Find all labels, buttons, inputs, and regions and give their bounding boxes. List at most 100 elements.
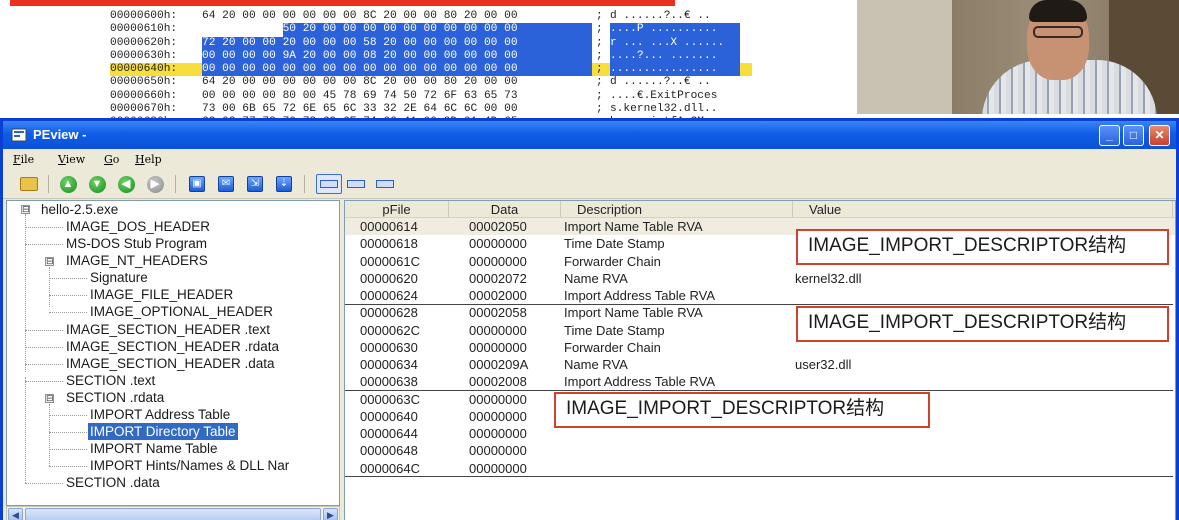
tree-item-section-header-data[interactable]: IMAGE_SECTION_HEADER .data (66, 355, 275, 372)
tree-item-file-header[interactable]: IMAGE_FILE_HEADER (90, 286, 233, 303)
menu-file[interactable]: File (13, 153, 34, 166)
tree-item-section-text[interactable]: SECTION .text (66, 372, 155, 389)
cell-description: Time Date Stamp (564, 322, 665, 338)
hex-bytes: 00 00 00 00 80 00 45 78 69 74 50 72 6F 6… (202, 89, 518, 102)
view-dword-icon[interactable] (375, 174, 395, 194)
hex-row: 00000620h: 72 20 00 00 20 00 00 00 58 20 … (110, 36, 752, 50)
tree-view[interactable]: ⊟ hello-2.5.exe IMAGE_DOS_HEADER MS-DOS … (6, 200, 340, 506)
cell-pfile: 0000064C (360, 460, 420, 476)
cell-value: user32.dll (795, 357, 852, 372)
menu-view[interactable]: View (58, 153, 85, 166)
table-header: pFile Data Description Value (345, 201, 1175, 218)
table-row[interactable]: 0000064C 00000000 (345, 460, 1175, 477)
open-folder-icon[interactable] (19, 174, 39, 194)
cell-data: 00000000 (469, 460, 527, 476)
hex-bytes: 00 00 00 00 9A 20 00 00 08 20 00 00 00 0… (202, 49, 518, 62)
hex-offset: 00000640h: (110, 63, 178, 76)
cell-pfile: 00000618 (360, 236, 418, 252)
tree-item-nt-headers[interactable]: IMAGE_NT_HEADERS (66, 252, 208, 269)
peview-app-icon (11, 128, 27, 142)
tree-item-import-address-table[interactable]: IMPORT Address Table (90, 406, 230, 423)
view-word-icon[interactable] (346, 174, 366, 194)
hex-ascii: d ......?..€ .. (610, 76, 711, 89)
mail-icon[interactable]: ✉ (216, 174, 236, 194)
cell-data: 00002000 (469, 288, 527, 303)
annotation-box: IMAGE_IMPORT_DESCRIPTOR结构 (796, 229, 1169, 265)
go-up-icon[interactable]: ▲ (58, 174, 78, 194)
tree-item-signature[interactable]: Signature (90, 269, 148, 286)
column-pfile[interactable]: pFile (345, 201, 449, 218)
group-separator (345, 303, 1173, 305)
import-icon[interactable]: ⇲ (245, 174, 265, 194)
root-collapse-toggle[interactable]: ⊟ (21, 205, 30, 214)
cell-pfile: 00000648 (360, 443, 418, 459)
tree-horizontal-scrollbar[interactable]: ◀ ▶ (6, 506, 340, 520)
tree-root-file[interactable]: hello-2.5.exe (41, 201, 118, 218)
tree-item-section-rdata[interactable]: SECTION .rdata (66, 389, 164, 406)
hex-ascii: ....P .......... (610, 23, 718, 36)
table-row[interactable]: 00000638 00002008 Import Address Table RVA (345, 373, 1175, 390)
cell-pfile: 00000638 (360, 374, 418, 390)
hex-bytes: 64 20 00 00 00 00 00 00 8C 20 00 00 80 2… (202, 10, 518, 22)
cell-data: 00000000 (469, 322, 527, 338)
go-back-icon[interactable]: ◀ (116, 174, 136, 194)
scroll-thumb[interactable] (25, 508, 321, 520)
hex-row: 00000660h: 00 00 00 00 80 00 45 78 69 74 … (110, 90, 752, 103)
hex-ascii: r ... ...X ...... (610, 36, 725, 49)
cell-data: 00002058 (469, 305, 527, 321)
table-row[interactable]: 00000620 00002072 Name RVA kernel32.dll (345, 270, 1175, 287)
view-byte-icon[interactable] (316, 174, 342, 194)
cell-data: 00002072 (469, 270, 527, 286)
go-down-icon[interactable]: ▼ (87, 174, 107, 194)
tree-item-dos-stub[interactable]: MS-DOS Stub Program (66, 235, 207, 252)
cell-data: 00000000 (469, 408, 527, 424)
scroll-left-icon[interactable]: ◀ (8, 508, 23, 520)
rdata-collapse-toggle[interactable]: ⊟ (45, 394, 54, 403)
menu-go[interactable]: Go (104, 153, 119, 166)
toolbar: ▲ ▼ ◀ ▶ ▣ ✉ ⇲ ⇣ (3, 169, 1176, 199)
hex-offset: 00000630h: (110, 49, 178, 62)
scroll-right-icon[interactable]: ▶ (323, 508, 338, 520)
hex-offset: 00000620h: (110, 36, 178, 49)
annotation-box: IMAGE_IMPORT_DESCRIPTOR结构 (554, 392, 930, 428)
cell-description: Import Name Table RVA (564, 219, 703, 234)
tree-item-section-header-rdata[interactable]: IMAGE_SECTION_HEADER .rdata (66, 338, 279, 355)
tree-item-import-hints-names[interactable]: IMPORT Hints/Names & DLL Nar (90, 457, 289, 474)
maximize-button[interactable]: □ (1123, 125, 1144, 146)
go-forward-icon[interactable]: ▶ (145, 174, 165, 194)
menu-help[interactable]: Help (135, 153, 162, 166)
tree-item-import-name-table[interactable]: IMPORT Name Table (90, 440, 218, 457)
hex-bytes: 64 20 00 00 00 00 00 00 8C 20 00 00 80 2… (202, 76, 518, 89)
cell-pfile: 00000620 (360, 270, 418, 286)
hex-offset: 00000660h: (110, 89, 178, 102)
column-data[interactable]: Data (449, 201, 561, 218)
nt-headers-collapse-toggle[interactable]: ⊟ (45, 257, 54, 266)
tree-item-import-directory-table[interactable]: IMPORT Directory Table (88, 423, 238, 440)
tree-item-section-header-text[interactable]: IMAGE_SECTION_HEADER .text (66, 321, 270, 338)
cell-data: 00000000 (469, 426, 527, 441)
cell-description: Time Date Stamp (564, 236, 665, 252)
minimize-button[interactable]: _ (1099, 125, 1120, 146)
tree-item-dos-header[interactable]: IMAGE_DOS_HEADER (66, 218, 210, 235)
hex-separator: ; (596, 76, 603, 89)
save-icon[interactable]: ▣ (187, 174, 207, 194)
hex-separator: ; (596, 63, 603, 76)
cell-data: 00000000 (469, 253, 527, 269)
table-row[interactable]: 00000624 00002000 Import Address Table RVA (345, 287, 1175, 304)
table-row[interactable]: 00000634 0000209A Name RVA user32.dll (345, 356, 1175, 373)
tree-item-optional-header[interactable]: IMAGE_OPTIONAL_HEADER (90, 303, 273, 320)
cell-data: 00000000 (469, 443, 527, 459)
cell-pfile: 00000628 (360, 305, 418, 321)
hex-ascii: d ......?..€ .. (610, 10, 711, 22)
column-description[interactable]: Description (561, 201, 793, 218)
table-row[interactable]: 00000648 00000000 (345, 442, 1175, 459)
title-bar[interactable]: PEview - _ □ ✕ (3, 121, 1176, 149)
column-value[interactable]: Value (793, 201, 1173, 218)
tree-item-section-data[interactable]: SECTION .data (66, 474, 160, 491)
cell-description: Forwarder Chain (564, 253, 661, 269)
group-separator (345, 390, 1173, 391)
cell-pfile: 0000061C (360, 253, 420, 269)
close-button[interactable]: ✕ (1149, 125, 1170, 146)
export-icon[interactable]: ⇣ (274, 174, 294, 194)
presenter-video (857, 0, 1179, 114)
